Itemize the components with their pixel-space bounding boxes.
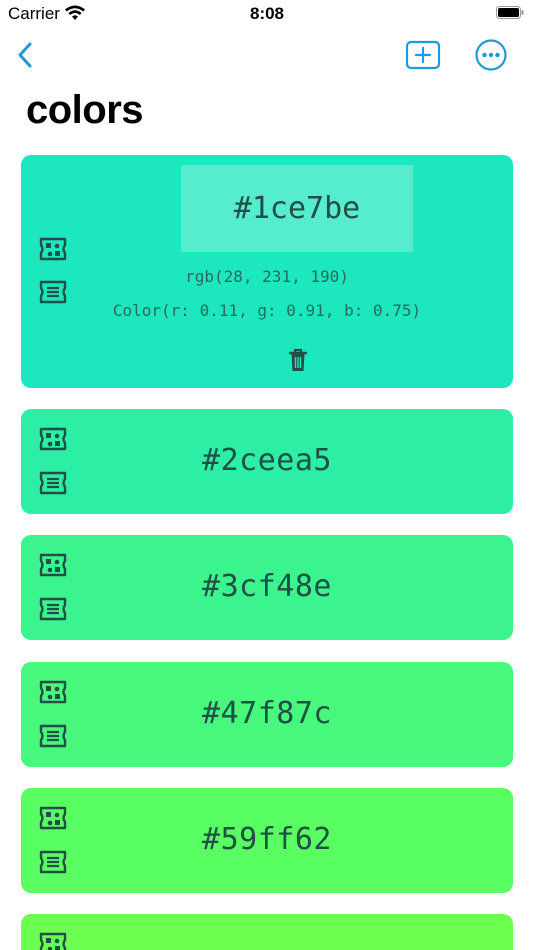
page-title: colors	[26, 88, 144, 132]
color-card[interactable]: #59ff62	[21, 788, 513, 893]
hex-value: #1ce7be	[233, 191, 361, 226]
status-bar: Carrier 8:08	[0, 0, 534, 30]
hex-value: #2ceea5	[202, 443, 332, 478]
color-card[interactable]	[21, 914, 513, 950]
color-card-expanded[interactable]: #1ce7be rgb(28, 231, 190) Color(r: 0.11,…	[21, 155, 513, 388]
trash-icon[interactable]	[287, 347, 309, 373]
hex-value: #59ff62	[202, 822, 332, 857]
hex-value: #47f87c	[202, 696, 332, 731]
color-struct-value: Color(r: 0.11, g: 0.91, b: 0.75)	[112, 301, 422, 320]
color-card[interactable]: #3cf48e	[21, 535, 513, 640]
battery-icon	[496, 6, 524, 19]
add-color-button[interactable]	[405, 40, 441, 70]
color-card[interactable]: #2ceea5	[21, 409, 513, 514]
chevron-left-icon[interactable]	[12, 38, 42, 72]
screen: Carrier 8:08 colors #1ce7be rgb(28, 231,…	[0, 0, 534, 950]
palette-card-icon[interactable]	[37, 930, 69, 950]
clock: 8:08	[249, 4, 285, 23]
more-options-button[interactable]	[474, 38, 508, 72]
palette-card-icon[interactable]	[37, 235, 69, 263]
rgb-value: rgb(28, 231, 190)	[185, 267, 349, 286]
hex-value: #3cf48e	[202, 569, 332, 604]
color-card[interactable]: #47f87c	[21, 662, 513, 767]
